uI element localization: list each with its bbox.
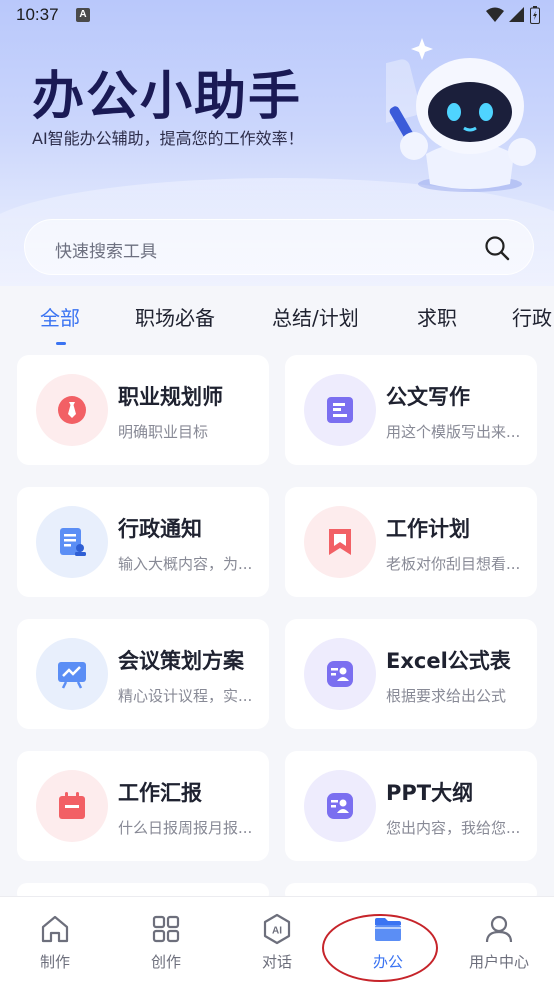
card-title: Excel公式表 [386, 649, 511, 673]
tie-icon [58, 396, 86, 424]
hero-banner: 10:37 A 办公小助手 AI智能办公辅助，提高您的工作效率！ 快速搜索工具 [0, 0, 554, 286]
nav-make[interactable]: 制作 [0, 897, 110, 984]
card-icon-badge [304, 638, 376, 710]
card-icon-badge [36, 638, 108, 710]
tool-card-career-planner[interactable]: 职业规划师 明确职业目标 [17, 355, 269, 465]
card-icon-badge [36, 506, 108, 578]
tab-summary-plan[interactable]: 总结/计划 [272, 302, 359, 331]
status-time: 10:37 [16, 5, 59, 24]
hero-title: 办公小助手 [32, 67, 303, 127]
tool-card-meeting-plan[interactable]: 会议策划方案 精心设计议程，实... [17, 619, 269, 729]
ppt-icon [327, 793, 353, 819]
tool-card-work-plan[interactable]: 工作计划 老板对你刮目想看... [285, 487, 537, 597]
card-title: 工作计划 [386, 517, 470, 541]
presentation-icon [58, 662, 86, 689]
bookmark-icon [329, 529, 351, 555]
category-tabs: 全部 职场必备 总结/计划 求职 行政 [0, 290, 554, 340]
calendar-icon [59, 792, 85, 819]
card-title: 行政通知 [118, 517, 202, 541]
card-icon-badge [304, 770, 376, 842]
status-icons [486, 6, 540, 24]
card-icon-badge [36, 770, 108, 842]
card-description: 用这个模版写出来... [386, 423, 521, 441]
formula-icon [327, 661, 353, 687]
card-icon-badge [36, 374, 108, 446]
battery-icon [530, 6, 540, 24]
card-title: 工作汇报 [118, 781, 202, 805]
nav-label: 创作 [150, 953, 181, 971]
search-input[interactable]: 快速搜索工具 [55, 237, 157, 262]
signal-icon [509, 7, 524, 22]
home-icon [41, 915, 69, 943]
highlight-circle-annotation [322, 914, 438, 982]
search-icon[interactable] [483, 234, 511, 262]
card-description: 什么日报周报月报... [118, 819, 253, 837]
robot-mascot-icon [386, 38, 536, 192]
card-title: 会议策划方案 [118, 649, 244, 673]
user-icon [485, 915, 513, 943]
card-title: PPT大纲 [386, 781, 474, 805]
tool-card-official-writing[interactable]: 公文写作 用这个模版写出来... [285, 355, 537, 465]
hero-subtitle: AI智能办公辅助，提高您的工作效率！ [32, 129, 304, 148]
nav-chat[interactable]: AI 对话 [222, 897, 332, 984]
card-title: 职业规划师 [118, 385, 223, 409]
notice-icon [60, 528, 86, 556]
nav-user-center[interactable]: 用户中心 [444, 897, 554, 984]
nav-label: 制作 [39, 953, 70, 971]
wifi-icon [486, 7, 504, 22]
document-icon [327, 397, 353, 423]
nav-label: 对话 [261, 953, 292, 971]
card-description: 输入大概内容，为... [118, 555, 253, 573]
card-icon-badge [304, 506, 376, 578]
ai-chat-icon: AI [263, 913, 291, 945]
tool-card-work-report[interactable]: 工作汇报 什么日报周报月报... [17, 751, 269, 861]
card-description: 精心设计议程，实... [118, 687, 253, 705]
search-bar[interactable]: 快速搜索工具 [24, 219, 534, 275]
tool-card-admin-notice[interactable]: 行政通知 输入大概内容，为... [17, 487, 269, 597]
card-description: 根据要求给出公式 [386, 687, 507, 705]
card-title: 公文写作 [386, 385, 470, 409]
nav-create[interactable]: 创作 [111, 897, 221, 984]
card-description: 您出内容，我给您... [386, 819, 521, 837]
nav-label: 用户中心 [468, 953, 529, 971]
bottom-navigation: 制作 创作 AI 对话 办公 用户中心 [0, 896, 554, 984]
notification-icon: A [76, 8, 90, 22]
tool-card-excel-formula[interactable]: Excel公式表 根据要求给出公式 [285, 619, 537, 729]
ai-glyph: AI [272, 926, 282, 937]
tab-workplace[interactable]: 职场必备 [135, 302, 215, 331]
tab-administration[interactable]: 行政 [512, 302, 552, 331]
card-icon-badge [304, 374, 376, 446]
tab-job-search[interactable]: 求职 [417, 302, 457, 331]
active-tab-indicator [56, 342, 66, 345]
status-bar: 10:37 A [0, 0, 554, 32]
tool-card-ppt-outline[interactable]: PPT大纲 您出内容，我给您... [285, 751, 537, 861]
grid-icon [152, 915, 180, 943]
card-description: 老板对你刮目想看... [386, 555, 521, 573]
tab-all[interactable]: 全部 [40, 302, 80, 331]
card-description: 明确职业目标 [118, 423, 209, 441]
